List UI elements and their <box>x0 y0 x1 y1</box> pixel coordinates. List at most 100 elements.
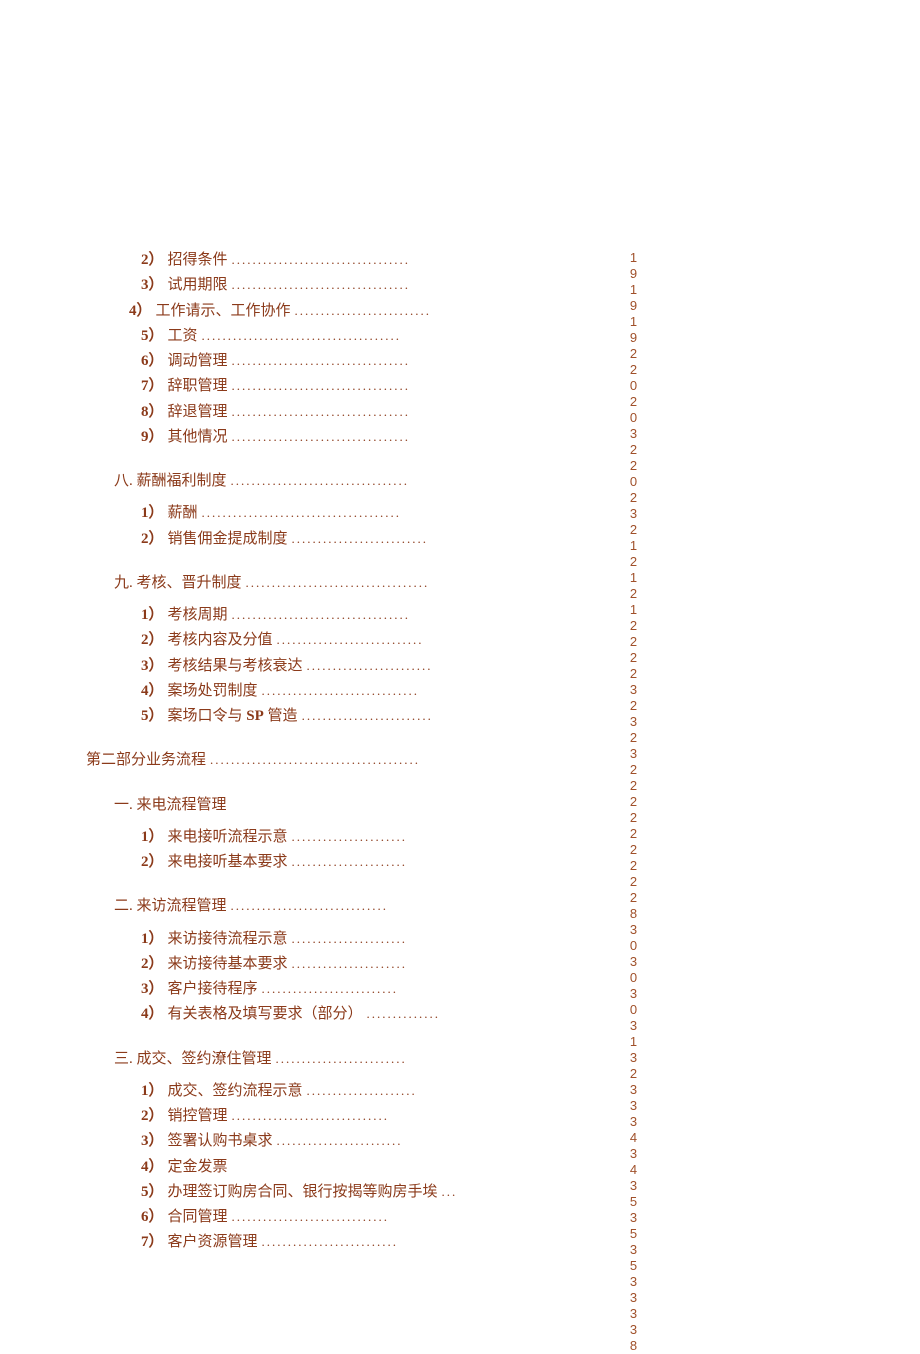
toc-item-label: 辞退管理 <box>168 402 228 422</box>
toc-leader-dots: .......................... <box>295 302 432 320</box>
toc-item: 6）调动管理.................................. <box>86 351 606 371</box>
toc-item: 1）来电接听流程示意...................... <box>86 827 606 847</box>
toc-item-number: 3） <box>141 1131 164 1151</box>
toc-item-label: 来电接听基本要求 <box>168 852 288 872</box>
toc-leader-dots: .............................. <box>232 1208 390 1226</box>
toc-leader-dots: ......................... <box>302 707 433 725</box>
toc-item-number: 8） <box>141 402 164 422</box>
toc-leader-dots: .................................. <box>232 403 411 421</box>
toc-item-label: 合同管理 <box>168 1207 228 1227</box>
toc-leader-dots: ..................... <box>307 1082 417 1100</box>
toc-header-label: 八. 薪酬福利制度 <box>114 471 227 491</box>
toc-leader-dots: .......................... <box>292 530 429 548</box>
toc-leader-dots: ...................... <box>292 828 408 846</box>
toc-section-header: 第二部分业务流程................................… <box>86 750 606 770</box>
toc-item: 4）定金发票 <box>86 1157 606 1177</box>
toc-item-number: 3） <box>141 979 164 999</box>
toc-item-number: 9） <box>141 427 164 447</box>
toc-item-number: 3） <box>141 656 164 676</box>
toc-item: 4）工作请示、工作协作.......................... <box>74 301 606 321</box>
toc-leader-dots: ........................................ <box>210 751 420 769</box>
toc-item-label: 试用期限 <box>168 275 228 295</box>
toc-item-number: 1） <box>141 605 164 625</box>
toc-leader-dots: .................................. <box>232 428 411 446</box>
toc-item: 1）考核周期.................................. <box>86 605 606 625</box>
toc-item-label: 辞职管理 <box>168 376 228 396</box>
toc-item-label: 招得条件 <box>168 250 228 270</box>
toc-section-header: 八. 薪酬福利制度...............................… <box>86 471 606 491</box>
toc-header-label: 一. 来电流程管理 <box>114 795 227 815</box>
toc-leader-dots: ................................... <box>246 574 430 592</box>
toc-item: 5）工资....................................… <box>86 326 606 346</box>
toc-leader-dots: .......................... <box>262 1233 399 1251</box>
toc-leader-dots: .............................. <box>232 1107 390 1125</box>
toc-item-label: 定金发票 <box>168 1157 228 1177</box>
toc-item-number: 2） <box>141 250 164 270</box>
toc-section-header: 二. 来访流程管理.............................. <box>86 896 606 916</box>
toc-item: 9）其他情况.................................. <box>86 427 606 447</box>
toc-item: 1）薪酬....................................… <box>86 503 606 523</box>
toc-leader-dots: .............................. <box>231 897 389 915</box>
toc-item: 8）辞退管理.................................. <box>86 402 606 422</box>
toc-item: 4）案场处罚制度.............................. <box>86 681 606 701</box>
toc-item-number: 2） <box>141 630 164 650</box>
toc-leader-dots: ...................... <box>292 853 408 871</box>
toc-item-label: 薪酬 <box>168 503 198 523</box>
toc-item-label: 客户资源管理 <box>168 1232 258 1252</box>
toc-leader-dots: ...................... <box>292 930 408 948</box>
toc-item-number: 4） <box>129 301 152 321</box>
toc-item-label: 其他情况 <box>168 427 228 447</box>
toc-item-label: 办理签订购房合同、银行按揭等购房手埃 <box>168 1182 438 1202</box>
toc-item: 6）合同管理.............................. <box>86 1207 606 1227</box>
toc-leader-dots: ........................ <box>277 1132 403 1150</box>
toc-item: 7）客户资源管理.......................... <box>86 1232 606 1252</box>
toc-item-number: 7） <box>141 1232 164 1252</box>
toc-item: 2）来电接听基本要求...................... <box>86 852 606 872</box>
toc-leader-dots: .................................. <box>232 251 411 269</box>
toc-leader-dots: .................................. <box>232 276 411 294</box>
toc-item-label: 有关表格及填写要求（部分） <box>168 1004 363 1024</box>
toc-header-label: 九. 考核、晋升制度 <box>114 573 242 593</box>
toc-item-number: 1） <box>141 827 164 847</box>
toc-leader-dots: .............................. <box>262 682 420 700</box>
toc-item-number: 1） <box>141 503 164 523</box>
toc-item: 2）招得条件.................................. <box>86 250 606 270</box>
toc-item-label: 案场处罚制度 <box>168 681 258 701</box>
toc-item: 1）来访接待流程示意...................... <box>86 929 606 949</box>
toc-item-label: 来访接待基本要求 <box>168 954 288 974</box>
toc-item-label: 客户接待程序 <box>168 979 258 999</box>
toc-item: 3）客户接待程序.......................... <box>86 979 606 999</box>
toc-item-label: 考核周期 <box>168 605 228 625</box>
toc-item-number: 6） <box>141 351 164 371</box>
toc-item: 2）来访接待基本要求...................... <box>86 954 606 974</box>
toc-item-number: 3） <box>141 275 164 295</box>
page-number-strip: 1919192202032202321212122223232322222222… <box>627 250 640 1354</box>
toc-item-number: 2） <box>141 954 164 974</box>
toc-item-label: 销售佣金提成制度 <box>168 529 288 549</box>
toc-leader-dots: ...................................... <box>202 327 402 345</box>
toc-leader-dots: .................................. <box>232 352 411 370</box>
toc-header-label: 三. 成交、签约潦住管理 <box>114 1049 272 1069</box>
toc-item-label: 来访接待流程示意 <box>168 929 288 949</box>
toc-item: 2）销售佣金提成制度.......................... <box>86 529 606 549</box>
toc-item-number: 5） <box>141 1182 164 1202</box>
toc-leader-dots: ............................ <box>277 631 424 649</box>
toc-leader-dots: ........................ <box>307 657 433 675</box>
toc-item-number: 2） <box>141 1106 164 1126</box>
toc-item-label: 工资 <box>168 326 198 346</box>
toc-leader-dots: ... <box>442 1183 458 1201</box>
toc-item: 5）办理签订购房合同、银行按揭等购房手埃... <box>86 1182 606 1202</box>
toc-item-label: 签署认购书桌求 <box>168 1131 273 1151</box>
toc-item: 1）成交、签约流程示意..................... <box>86 1081 606 1101</box>
toc-item: 4）有关表格及填写要求（部分）.............. <box>86 1004 606 1024</box>
toc-leader-dots: .................................. <box>232 377 411 395</box>
toc-item: 5）案场口令与 SP 管造......................... <box>86 706 606 726</box>
toc-section-header: 三. 成交、签约潦住管理......................... <box>86 1049 606 1069</box>
toc-item-label: 工作请示、工作协作 <box>156 301 291 321</box>
toc-item-label: 案场口令与 SP 管造 <box>168 706 298 726</box>
toc-item: 2）销控管理.............................. <box>86 1106 606 1126</box>
toc-leader-dots: ...................... <box>292 955 408 973</box>
toc-item: 3）试用期限.................................. <box>86 275 606 295</box>
toc-leader-dots: .................................. <box>232 606 411 624</box>
toc-item: 3）签署认购书桌求........................ <box>86 1131 606 1151</box>
